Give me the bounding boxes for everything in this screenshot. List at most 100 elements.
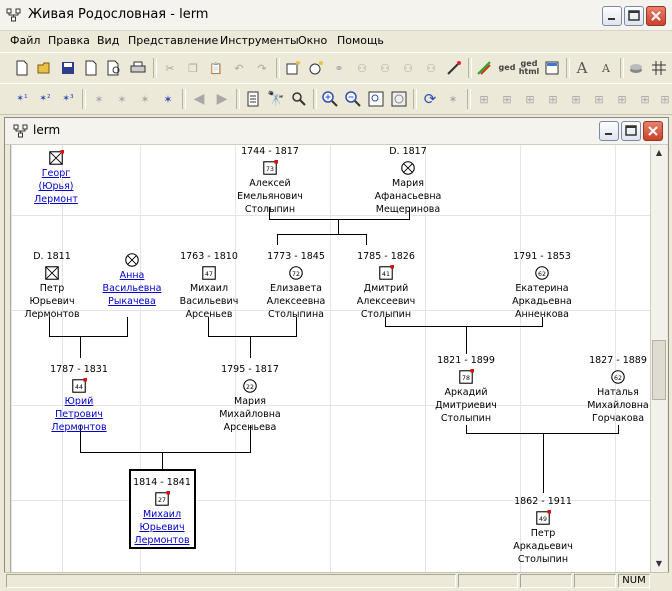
family-tree-canvas[interactable]: Георг (Юрья) Лермонт 1744 - 1817 73 Алексей Е… bbox=[10, 145, 651, 573]
person-mikhail-arsenev[interactable]: 1763 - 1810 47 Михаил Васильевич Арсеньев bbox=[173, 250, 245, 321]
person-dmitriy-stolypin[interactable]: 1785 - 1826 41 Дмитрий Алексеевич Столыпин bbox=[348, 250, 424, 321]
layers-icon[interactable] bbox=[626, 58, 646, 78]
link-icon[interactable] bbox=[474, 58, 494, 78]
person-name-line[interactable]: Лермонтов bbox=[127, 534, 197, 547]
person-petr-lermontov[interactable]: D. 1811 Петр Юрьевич Лермонтов bbox=[15, 250, 89, 321]
person-name-line[interactable]: Васильевна bbox=[96, 282, 168, 295]
zoom-in-icon[interactable] bbox=[320, 89, 340, 109]
person-aleksey[interactable]: 1744 - 1817 73 Алексей Емельянович Столыпин bbox=[233, 145, 307, 216]
menu-help[interactable]: Помощь bbox=[337, 34, 384, 47]
menu-window[interactable]: Окно bbox=[298, 34, 327, 47]
person-name-line[interactable]: Юрий bbox=[41, 395, 117, 408]
doc-minimize-button[interactable] bbox=[599, 121, 619, 141]
wand-icon[interactable] bbox=[444, 58, 464, 78]
paste-icon[interactable]: 📋 bbox=[206, 58, 226, 78]
generation-2-icon[interactable]: ✶² bbox=[35, 89, 55, 109]
chart-type-2-icon[interactable]: ⊞ bbox=[497, 89, 517, 109]
person-natalya-gorchakova[interactable]: 1827 - 1889 62 Наталья Михайловна Горчакова bbox=[577, 354, 651, 425]
menu-view[interactable]: Вид bbox=[97, 34, 119, 47]
delete-person-icon[interactable]: ⚇ bbox=[421, 58, 441, 78]
scroll-down-arrow-icon[interactable]: ▼ bbox=[652, 557, 666, 571]
expand-all-icon[interactable]: ✶ bbox=[89, 89, 109, 109]
properties-icon[interactable] bbox=[243, 89, 263, 109]
undo-icon[interactable]: ↶ bbox=[229, 58, 249, 78]
add-sibling-icon[interactable]: ⚇ bbox=[398, 58, 418, 78]
chart-type-5-icon[interactable]: ⊞ bbox=[566, 89, 586, 109]
web-export-icon[interactable] bbox=[542, 58, 562, 78]
close-button[interactable] bbox=[646, 6, 666, 26]
maximize-button[interactable] bbox=[624, 6, 644, 26]
person-ekaterina-annenkova[interactable]: 1791 - 1853 62 Екатерина Аркадьевна Анненков… bbox=[502, 250, 582, 321]
chart-type-8-icon[interactable]: ⊞ bbox=[635, 89, 655, 109]
menu-edit[interactable]: Правка bbox=[48, 34, 90, 47]
person-georg[interactable]: Георг (Юрья) Лермонт bbox=[21, 148, 91, 206]
generation-1-icon[interactable]: ✶¹ bbox=[12, 89, 32, 109]
person-name-line[interactable]: Лермонтов bbox=[41, 421, 117, 434]
add-parents-icon[interactable]: ⚇ bbox=[352, 58, 372, 78]
back-arrow-icon[interactable]: ◀ bbox=[189, 89, 209, 109]
chart-type-7-icon[interactable]: ⊞ bbox=[612, 89, 632, 109]
print-preview-icon[interactable] bbox=[104, 58, 124, 78]
cut-icon[interactable]: ✂ bbox=[160, 58, 180, 78]
grid-icon[interactable] bbox=[649, 58, 669, 78]
expand-descendants-icon[interactable]: ✶ bbox=[135, 89, 155, 109]
person-name-line[interactable]: Рыкачева bbox=[96, 295, 168, 308]
collapse-icon[interactable]: ✶ bbox=[158, 89, 178, 109]
menu-tools[interactable]: Инструменты bbox=[220, 34, 299, 47]
minimize-icon bbox=[605, 133, 612, 135]
vertical-scrollbar[interactable]: ▲ ▼ bbox=[650, 145, 667, 573]
person-arkadiy-stolypin[interactable]: 1821 - 1899 78 Аркадий Дмитриевич Столыпин bbox=[425, 354, 507, 425]
chart-type-4-icon[interactable]: ⊞ bbox=[543, 89, 563, 109]
page-icon[interactable] bbox=[81, 58, 101, 78]
forward-arrow-icon[interactable]: ▶ bbox=[212, 89, 232, 109]
person-maria-meshcherinova[interactable]: D. 1817 Мария Афанасьевна Мещеринова bbox=[363, 145, 453, 216]
person-name-line[interactable]: Юрьевич bbox=[127, 521, 197, 534]
doc-maximize-button[interactable] bbox=[621, 121, 641, 141]
person-anna-rykacheva[interactable]: Анна Васильевна Рыкачева bbox=[96, 250, 168, 308]
find-binoculars-icon[interactable]: 🔭 bbox=[266, 89, 286, 109]
chart-type-1-icon[interactable]: ⊞ bbox=[474, 89, 494, 109]
scroll-thumb[interactable] bbox=[652, 340, 666, 400]
layout-icon[interactable]: ✶ bbox=[443, 89, 463, 109]
menu-file[interactable]: Файл bbox=[10, 34, 40, 47]
ged-export-button[interactable]: ged bbox=[497, 58, 517, 78]
save-icon[interactable] bbox=[58, 58, 78, 78]
doc-close-button[interactable] bbox=[643, 121, 663, 141]
person-yuriy-lermontov[interactable]: 1787 - 1831 44 Юрий Петрович Лермонтов bbox=[41, 363, 117, 434]
zoom-out-icon[interactable] bbox=[343, 89, 363, 109]
chart-type-3-icon[interactable]: ⊞ bbox=[520, 89, 540, 109]
zoom-fit-icon[interactable] bbox=[366, 89, 386, 109]
person-name-line[interactable]: Георг bbox=[21, 167, 91, 180]
expand-ancestors-icon[interactable]: ✶ bbox=[112, 89, 132, 109]
print-icon[interactable] bbox=[128, 58, 148, 78]
chart-type-6-icon[interactable]: ⊞ bbox=[589, 89, 609, 109]
font-smaller-icon[interactable]: A bbox=[596, 58, 616, 78]
refresh-icon[interactable]: ⟳ bbox=[420, 89, 440, 109]
open-folder-icon[interactable] bbox=[35, 58, 55, 78]
add-child-icon[interactable]: ⚇ bbox=[375, 58, 395, 78]
person-name-line[interactable]: (Юрья) bbox=[21, 180, 91, 193]
menu-presentation[interactable]: Представление bbox=[128, 34, 218, 47]
zoom-page-icon[interactable] bbox=[389, 89, 409, 109]
add-person-icon[interactable] bbox=[283, 58, 303, 78]
redo-icon[interactable]: ↷ bbox=[252, 58, 272, 78]
add-person-female-icon[interactable] bbox=[306, 58, 326, 78]
person-elizaveta-stolypina[interactable]: 1773 - 1845 72 Елизавета Алексеевна Столыпин… bbox=[257, 250, 335, 321]
new-file-icon[interactable] bbox=[12, 58, 32, 78]
ged-html-button[interactable]: ged html bbox=[519, 58, 540, 78]
add-relative-icon[interactable]: ⚭ bbox=[329, 58, 349, 78]
person-name-line[interactable]: Петрович bbox=[41, 408, 117, 421]
generation-3-icon[interactable]: ✶³ bbox=[58, 89, 78, 109]
person-name-line[interactable]: Анна bbox=[96, 269, 168, 282]
chart-type-9-icon[interactable]: ⊞ bbox=[655, 89, 672, 109]
minimize-button[interactable] bbox=[602, 6, 622, 26]
person-petr-stolypin[interactable]: 1862 - 1911 49 Петр Аркадьевич Столыпин bbox=[503, 495, 583, 566]
person-mikhail-lermontov[interactable]: 1814 - 1841 27 Михаил Юрьевич Лермонтов bbox=[127, 476, 197, 547]
scroll-up-arrow-icon[interactable]: ▲ bbox=[652, 146, 666, 160]
person-name-line[interactable]: Лермонт bbox=[21, 193, 91, 206]
copy-icon[interactable]: ❐ bbox=[183, 58, 203, 78]
find-person-icon[interactable] bbox=[289, 89, 309, 109]
person-name-line[interactable]: Михаил bbox=[127, 508, 197, 521]
font-larger-icon[interactable]: A bbox=[572, 58, 592, 78]
person-maria-arseneva[interactable]: 1795 - 1817 22 Мария Михайловна Арсеньева bbox=[209, 363, 291, 434]
